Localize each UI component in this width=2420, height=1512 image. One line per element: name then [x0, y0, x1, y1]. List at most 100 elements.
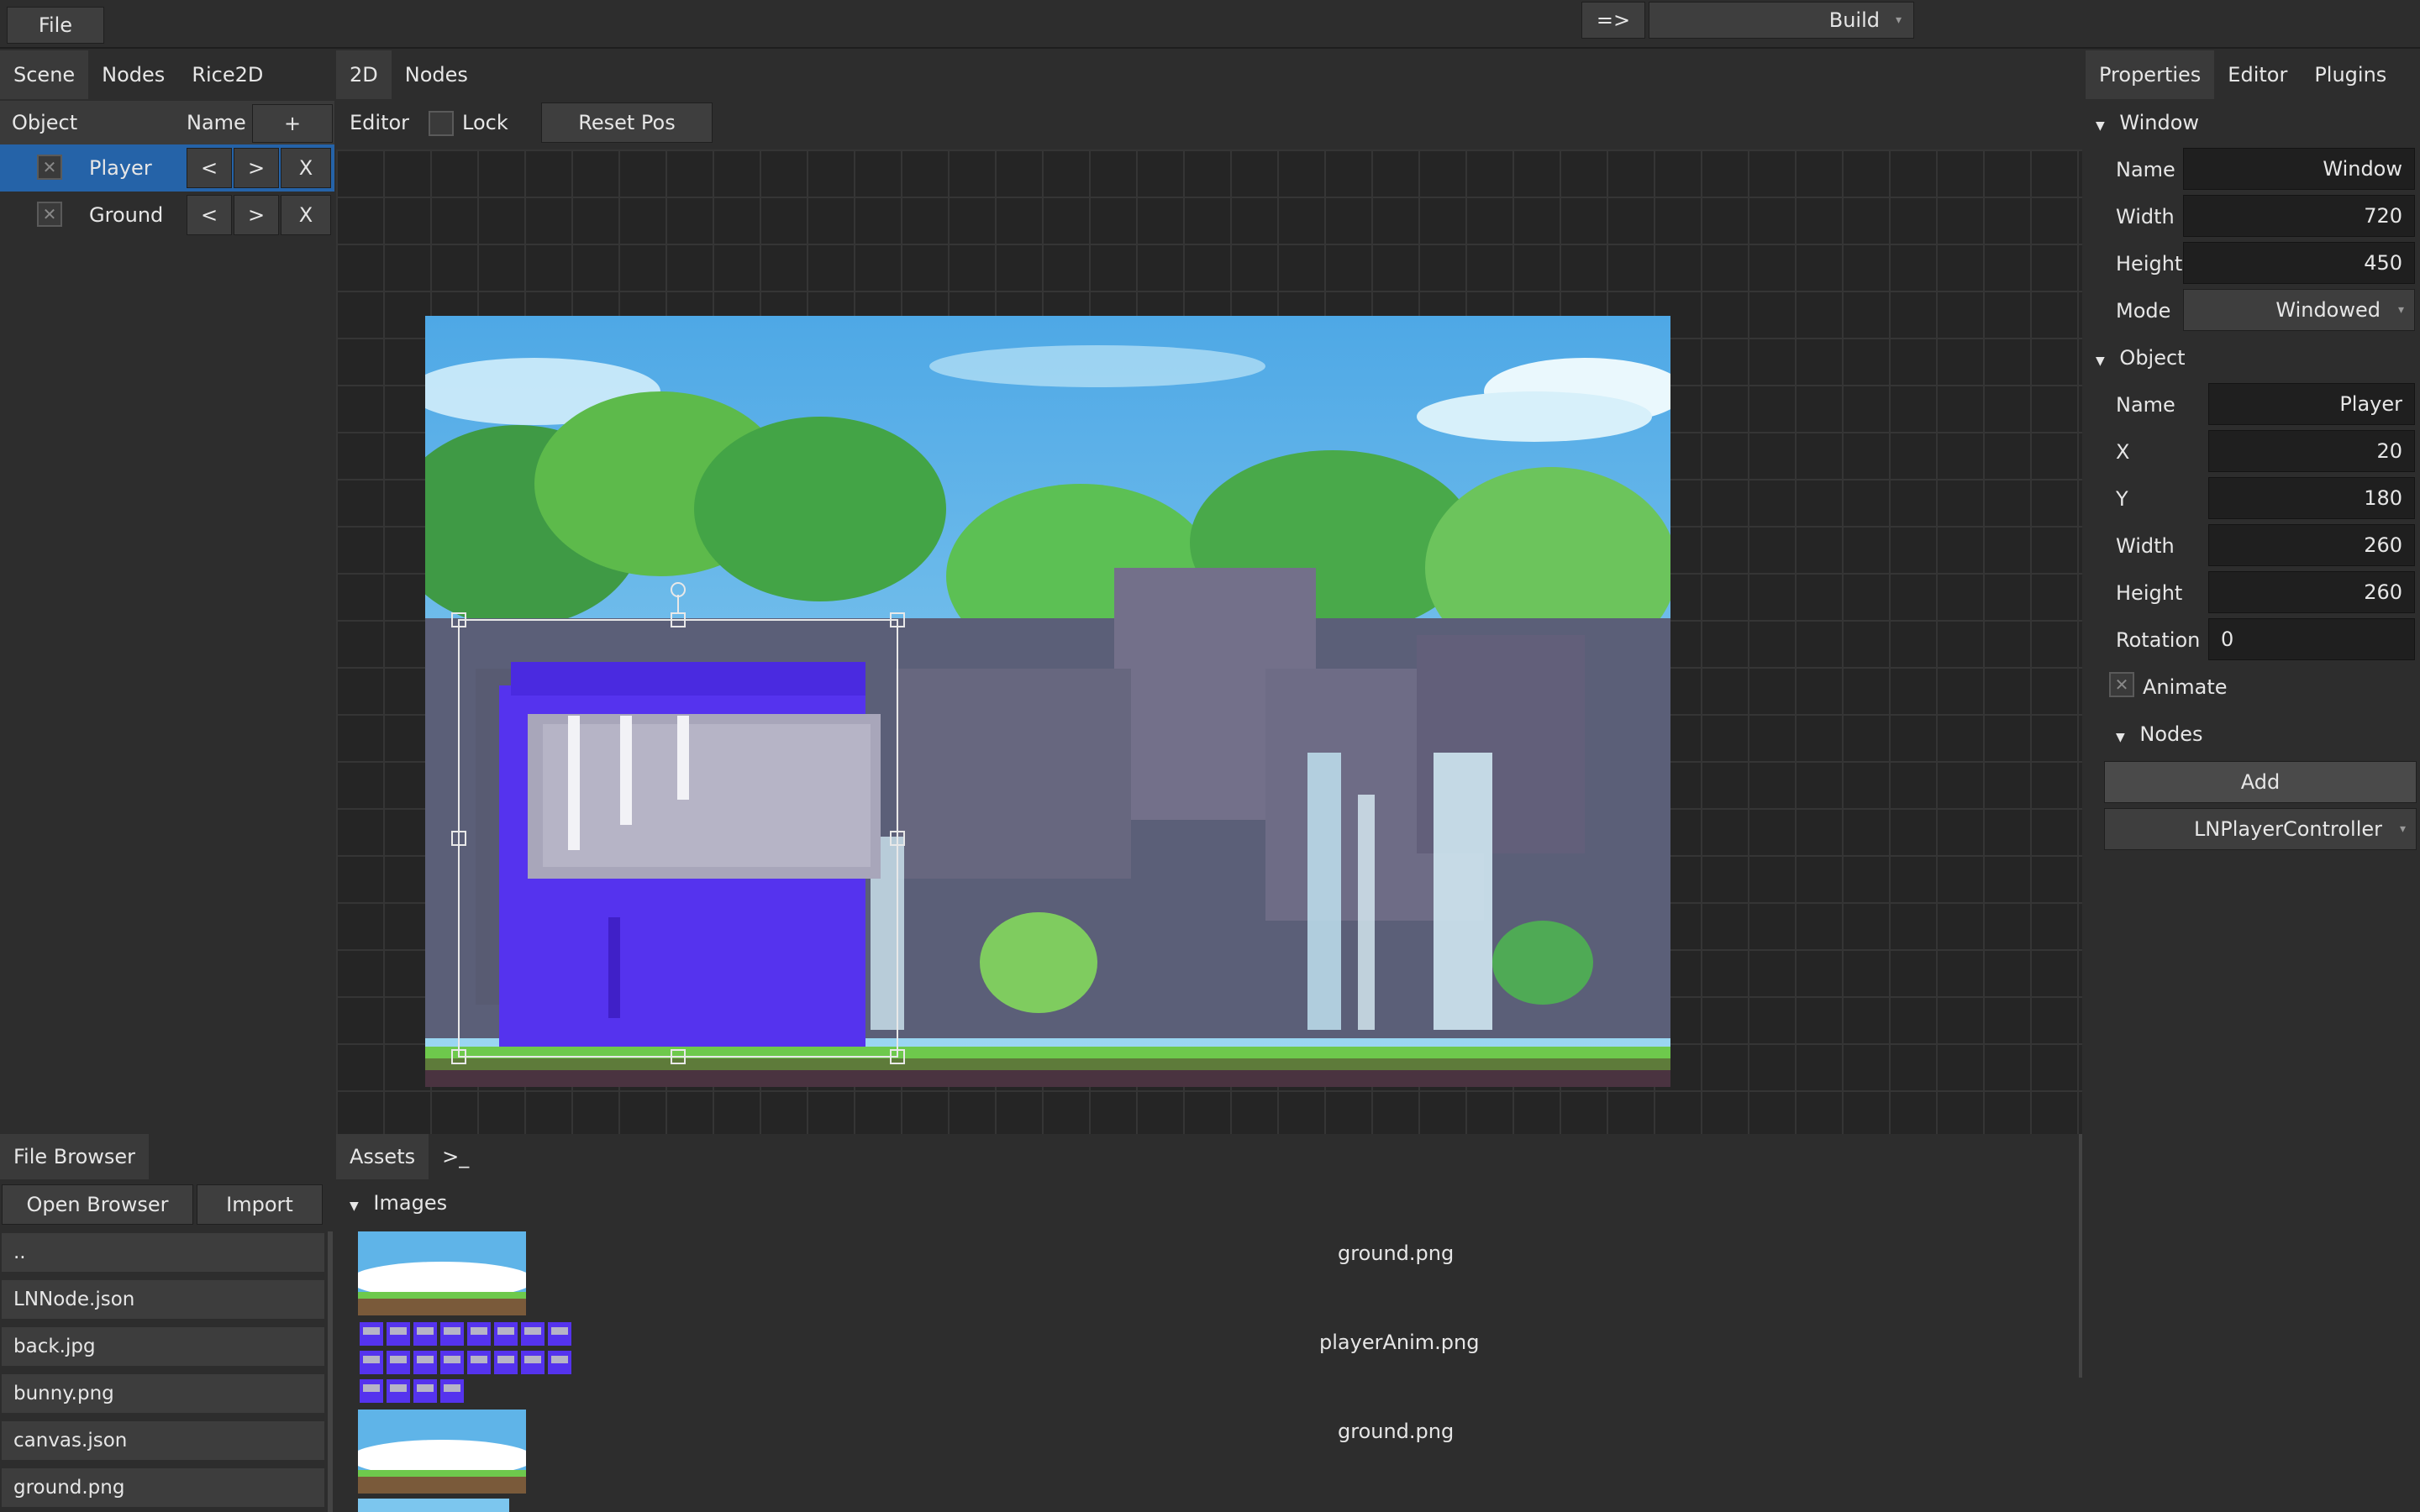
- file-browser-scrollbar[interactable]: [328, 1231, 333, 1512]
- window-name-label: Name: [2116, 158, 2175, 181]
- lock-label: Lock: [462, 111, 508, 134]
- object-height-field[interactable]: 260: [2208, 571, 2415, 613]
- file-item[interactable]: ground.png: [2, 1468, 324, 1507]
- player-anim-thumbnail[interactable]: [358, 1320, 581, 1404]
- file-item[interactable]: back.jpg: [2, 1327, 324, 1366]
- open-browser-button[interactable]: Open Browser: [2, 1184, 193, 1225]
- center-tabs: 2D Nodes: [336, 50, 2082, 99]
- file-item[interactable]: bunny.png: [2, 1374, 324, 1413]
- tab-console[interactable]: >_: [429, 1134, 482, 1179]
- right-tabs: Properties Editor Plugins: [2086, 50, 2420, 99]
- reset-pos-button[interactable]: Reset Pos: [541, 102, 713, 143]
- col-object-label: Object: [12, 111, 78, 134]
- left-tabs: Scene Nodes Rice2D: [0, 50, 334, 99]
- window-mode-value: Windowed: [2275, 298, 2381, 322]
- run-arrow-button[interactable]: =>: [1581, 2, 1645, 39]
- tab-properties[interactable]: Properties: [2086, 50, 2215, 99]
- chevron-down-icon: ▾: [2397, 303, 2404, 317]
- ground-thumbnail[interactable]: [358, 1410, 526, 1494]
- scene-canvas[interactable]: [425, 316, 1670, 1087]
- chevron-down-icon: ▾: [1895, 13, 1902, 27]
- tab-assets[interactable]: Assets: [336, 1134, 429, 1179]
- asset-name: ground.png: [1338, 1420, 1455, 1443]
- scene-panel: Scene Nodes Rice2D Object Name + ✕ Playe…: [0, 50, 334, 1134]
- add-object-button[interactable]: +: [252, 104, 333, 143]
- tab-2d[interactable]: 2D: [336, 50, 392, 99]
- object-x-field[interactable]: 20: [2208, 430, 2415, 472]
- move-down-button[interactable]: >: [234, 195, 279, 235]
- nodes-section-header[interactable]: ▼ Nodes: [2116, 722, 2203, 746]
- object-width-label: Width: [2116, 534, 2175, 558]
- ground-thumbnail[interactable]: [358, 1231, 526, 1315]
- object-section-label: Object: [2119, 346, 2186, 370]
- move-up-button[interactable]: <: [187, 148, 232, 188]
- assets-panel: Assets >_ ▼ Images ground.png playerAnim…: [336, 1134, 2082, 1512]
- visibility-checkbox[interactable]: ✕: [37, 155, 62, 180]
- file-menu-button[interactable]: File: [7, 7, 104, 44]
- build-label: Build: [1828, 8, 1880, 32]
- tab-editor[interactable]: Editor: [2214, 50, 2301, 99]
- window-section-header[interactable]: ▼ Window: [2096, 111, 2199, 134]
- object-width-field[interactable]: 260: [2208, 524, 2415, 566]
- player-sprite[interactable]: [499, 662, 881, 1047]
- editor-label: Editor: [350, 111, 410, 134]
- object-name: Player: [89, 156, 152, 180]
- move-up-button[interactable]: <: [187, 195, 232, 235]
- col-name-label: Name: [187, 111, 246, 134]
- scene-row-player[interactable]: ✕ Player < > X: [0, 144, 334, 192]
- window-width-label: Width: [2116, 205, 2175, 228]
- remove-object-button[interactable]: X: [281, 195, 331, 235]
- asset-thumbnail-partial[interactable]: [358, 1499, 509, 1512]
- file-item[interactable]: LNNode.json: [2, 1280, 324, 1319]
- window-section-label: Window: [2119, 111, 2200, 134]
- scene-row-ground[interactable]: ✕ Ground < > X: [0, 192, 334, 239]
- object-y-field[interactable]: 180: [2208, 477, 2415, 519]
- move-down-button[interactable]: >: [234, 148, 279, 188]
- object-name-label: Name: [2116, 393, 2175, 417]
- editor-viewport[interactable]: [336, 150, 2082, 1134]
- tab-center-nodes[interactable]: Nodes: [392, 50, 481, 99]
- tab-rice2d[interactable]: Rice2D: [178, 50, 276, 99]
- object-rotation-field[interactable]: 0: [2208, 618, 2415, 660]
- tab-plugins[interactable]: Plugins: [2301, 50, 2400, 99]
- window-mode-dropdown[interactable]: Windowed ▾: [2183, 289, 2415, 331]
- add-node-button[interactable]: Add: [2104, 761, 2417, 803]
- assets-scrollbar[interactable]: [2079, 1134, 2082, 1378]
- asset-name: playerAnim.png: [1319, 1331, 1480, 1354]
- window-width-field[interactable]: 720: [2183, 195, 2415, 237]
- tab-scene[interactable]: Scene: [0, 50, 89, 99]
- images-section-header[interactable]: ▼ Images: [350, 1191, 447, 1215]
- animate-checkbox[interactable]: ✕: [2109, 672, 2134, 697]
- node-type-value: LNPlayerController: [2193, 817, 2382, 841]
- file-item[interactable]: ..: [2, 1233, 324, 1272]
- tab-file-browser[interactable]: File Browser: [0, 1134, 150, 1179]
- menu-bar: File => Build ▾: [0, 0, 2420, 49]
- node-type-dropdown[interactable]: LNPlayerController ▾: [2104, 808, 2417, 850]
- collapse-triangle-icon: ▼: [2096, 354, 2105, 368]
- file-browser-tabs: File Browser: [0, 1134, 334, 1179]
- visibility-checkbox[interactable]: ✕: [37, 202, 62, 227]
- import-button[interactable]: Import: [197, 1184, 323, 1225]
- file-item[interactable]: canvas.json: [2, 1421, 324, 1460]
- asset-name: ground.png: [1338, 1242, 1455, 1265]
- images-section-label: Images: [373, 1191, 448, 1215]
- nodes-section-label: Nodes: [2139, 722, 2203, 746]
- collapse-triangle-icon: ▼: [350, 1200, 359, 1213]
- animate-label: Animate: [2143, 675, 2228, 699]
- object-x-label: X: [2116, 440, 2130, 464]
- editor-toolbar: Editor Lock Reset Pos: [336, 99, 2082, 148]
- window-height-field[interactable]: 450: [2183, 242, 2415, 284]
- tab-nodes[interactable]: Nodes: [88, 50, 178, 99]
- window-mode-label: Mode: [2116, 299, 2171, 323]
- object-name: Ground: [89, 203, 164, 227]
- build-dropdown[interactable]: Build ▾: [1649, 2, 1914, 39]
- object-rotation-label: Rotation: [2116, 628, 2201, 652]
- scene-header: Object Name +: [0, 101, 334, 146]
- object-name-field[interactable]: Player: [2208, 383, 2415, 425]
- lock-checkbox[interactable]: [429, 111, 454, 136]
- collapse-triangle-icon: ▼: [2116, 731, 2125, 744]
- assets-tabs: Assets >_: [336, 1134, 2082, 1179]
- window-name-field[interactable]: Window: [2183, 148, 2415, 190]
- object-section-header[interactable]: ▼ Object: [2096, 346, 2186, 370]
- remove-object-button[interactable]: X: [281, 148, 331, 188]
